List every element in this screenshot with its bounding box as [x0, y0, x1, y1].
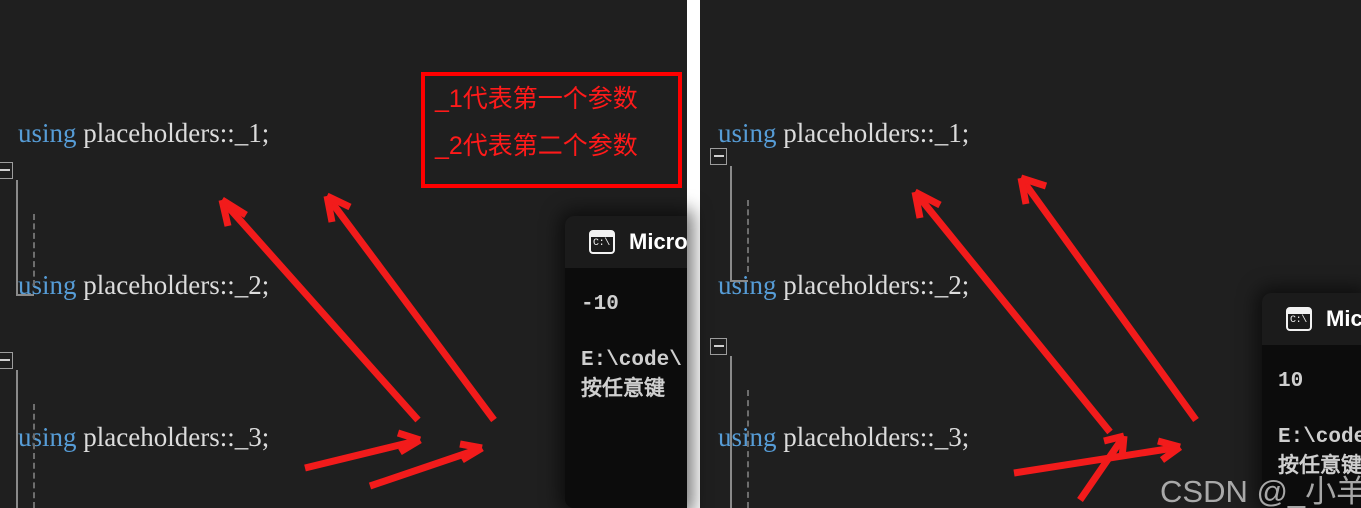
fold-toggle-sub[interactable]: [0, 162, 13, 179]
console-path: E:\code\: [581, 349, 682, 372]
code-line: using placeholders::_3;: [0, 418, 412, 456]
fold-bar: [730, 166, 732, 282]
watermark: CSDN @_小羊_: [1160, 474, 1361, 508]
console-output-right: 10 E:\code 按任意键: [1262, 345, 1361, 483]
keyword-using: using: [18, 118, 77, 148]
console-path: E:\code: [1278, 426, 1361, 449]
console-window-left[interactable]: C:\ Micro -10 E:\code\ 按任意键: [565, 216, 687, 508]
fold-foot: [16, 294, 34, 296]
keyword-using: using: [718, 270, 777, 300]
keyword-using: using: [718, 118, 777, 148]
code-left-content: using placeholders::_1; using placeholde…: [0, 0, 412, 508]
cmd-icon-text: C:\: [1290, 315, 1307, 326]
console-title: Mic: [1326, 306, 1361, 331]
code-line: using placeholders::_2;: [0, 266, 412, 304]
console-output-left: -10 E:\code\ 按任意键: [565, 268, 687, 406]
ns-text: placeholders::_2;: [83, 270, 270, 300]
console-result: 10: [1278, 370, 1304, 393]
fold-bar: [16, 370, 18, 508]
annotation-box: _1代表第一个参数 _2代表第二个参数: [421, 72, 682, 188]
fold-bar: [16, 180, 18, 296]
ns-text: placeholders::_3;: [783, 422, 970, 452]
cmd-icon: C:\: [1286, 307, 1312, 331]
console-titlebar: C:\ Mic: [1262, 293, 1361, 345]
code-line: using placeholders::_3;: [700, 418, 1112, 456]
code-line: using placeholders::_1;: [700, 114, 1112, 152]
fold-bar: [730, 356, 732, 508]
keyword-using: using: [18, 422, 77, 452]
fold-toggle-main[interactable]: [710, 338, 727, 355]
annotation-line-2: _2代表第二个参数: [435, 132, 638, 160]
code-line: using placeholders::_2;: [700, 266, 1112, 304]
fold-toggle-main[interactable]: [0, 352, 13, 369]
ns-text: placeholders::_1;: [783, 118, 970, 148]
indent-guide: [33, 404, 35, 508]
annotation-line-1: _1代表第一个参数: [435, 85, 638, 113]
indent-guide: [747, 200, 749, 272]
ns-text: placeholders::_2;: [783, 270, 970, 300]
cmd-icon-text: C:\: [593, 238, 610, 249]
indent-guide: [747, 390, 749, 508]
console-prompt: 按任意键: [581, 379, 665, 402]
ns-text: placeholders::_3;: [83, 422, 270, 452]
screenshot-root: using placeholders::_1; using placeholde…: [0, 0, 1361, 508]
fold-foot: [730, 280, 748, 282]
cmd-icon: C:\: [589, 230, 615, 254]
console-result: -10: [581, 293, 619, 316]
indent-guide: [33, 214, 35, 286]
code-line: using placeholders::_1;: [0, 114, 412, 152]
code-right-content: using placeholders::_1; using placeholde…: [700, 0, 1112, 508]
fold-toggle-sub[interactable]: [710, 148, 727, 165]
console-title: Micro: [629, 229, 687, 254]
ns-text: placeholders::_1;: [83, 118, 270, 148]
console-titlebar: C:\ Micro: [565, 216, 687, 268]
